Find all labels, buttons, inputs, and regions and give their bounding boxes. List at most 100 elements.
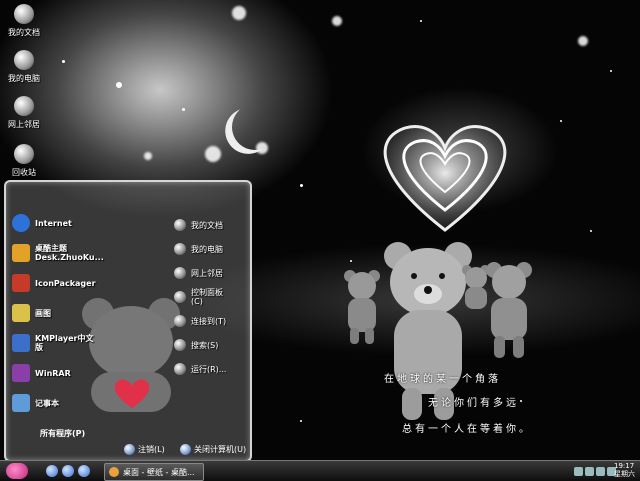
menu-item-iconpackager[interactable]: IconPackager — [12, 272, 160, 294]
moon-graphic — [226, 98, 285, 157]
tray-app-icon[interactable] — [596, 466, 605, 476]
quick-launch-media-icon[interactable] — [78, 465, 90, 477]
bokeh-light — [205, 146, 221, 162]
tray-volume-icon[interactable] — [574, 466, 583, 476]
taskbar: 桌面 - 壁纸 - 桌酷... 19:17 星期六 — [0, 460, 640, 481]
control-panel-icon — [174, 291, 186, 303]
network-icon — [174, 267, 186, 279]
menu-item-label: 控制面板 (C) — [191, 288, 223, 306]
ie-icon — [12, 214, 30, 232]
wallpaper-text: 无论你们有多远 — [428, 398, 519, 409]
menu-item-label: WinRAR — [35, 368, 71, 378]
connect-icon — [174, 315, 186, 327]
all-programs-button[interactable]: 所有程序(P) — [40, 428, 85, 439]
clock-day: 星期六 — [614, 470, 635, 478]
bokeh-light — [232, 6, 246, 20]
desktop-icon-label: 网上邻居 — [8, 120, 40, 129]
wallpaper-text: 在地球的某一个角落 — [384, 374, 501, 385]
quick-launch-ie-icon[interactable] — [62, 465, 74, 477]
menu-item-label: 搜索(S) — [191, 340, 219, 350]
menu-item-internet[interactable]: Internet — [12, 212, 160, 234]
bokeh-light — [332, 16, 342, 26]
taskbar-button-label: 桌面 - 壁纸 - 桌酷... — [123, 467, 195, 477]
desktop-icon-label: 我的电脑 — [8, 74, 40, 83]
star — [610, 70, 612, 72]
star — [350, 260, 352, 262]
menu-item-label: 桌酷主题 Desk.ZhuoKu... — [35, 244, 104, 262]
documents-icon — [174, 219, 186, 231]
desktop-icon-network[interactable]: 网上邻居 — [2, 96, 46, 130]
menu-item-label: 记事本 — [35, 398, 59, 408]
menu-item-search[interactable]: 搜索(S) — [174, 336, 248, 354]
star — [590, 230, 592, 232]
menu-item-network[interactable]: 网上邻居 — [174, 264, 248, 282]
computer-icon — [174, 243, 186, 255]
menu-item-my-documents[interactable]: 我的文档 — [174, 216, 248, 234]
search-icon — [174, 339, 186, 351]
logoff-button[interactable]: 注销(L) — [124, 444, 165, 455]
menu-item-notepad[interactable]: 记事本 — [12, 392, 160, 414]
theme-icon — [12, 244, 30, 262]
shutdown-button[interactable]: 关闭计算机(U) — [180, 444, 246, 455]
desktop-icon-label: 回收站 — [12, 168, 36, 177]
wallpaper-text: 总有一个人在等着你。 — [402, 424, 532, 435]
menu-item-paint[interactable]: 画图 — [12, 302, 160, 324]
quick-launch-desktop-icon[interactable] — [46, 465, 58, 477]
small-bear-graphic — [486, 262, 532, 358]
menu-item-label: KMPlayer中文 版 — [35, 334, 94, 352]
menu-item-label: IconPackager — [35, 278, 96, 288]
star — [62, 60, 65, 63]
star — [420, 20, 422, 22]
desktop-icon-label: 我的文档 — [8, 28, 40, 37]
star — [520, 400, 522, 402]
logoff-icon — [124, 444, 135, 455]
start-button[interactable] — [6, 463, 28, 479]
menu-item-label: Internet — [35, 218, 72, 228]
computer-icon — [14, 50, 34, 70]
start-menu: Internet 桌酷主题 Desk.ZhuoKu... IconPackage… — [4, 180, 252, 462]
network-icon — [14, 96, 34, 116]
clock-time: 19:17 — [614, 462, 635, 470]
menu-item-my-computer[interactable]: 我的电脑 — [174, 240, 248, 258]
winrar-icon — [12, 364, 30, 382]
recycle-bin-icon — [14, 144, 34, 164]
run-icon — [174, 363, 186, 375]
star — [116, 82, 122, 88]
star — [560, 120, 562, 122]
desktop-icon-my-computer[interactable]: 我的电脑 — [2, 50, 46, 84]
power-icon — [180, 444, 191, 455]
taskbar-clock[interactable]: 19:17 星期六 — [614, 462, 635, 478]
menu-item-label: 画图 — [35, 308, 51, 318]
start-menu-programs: Internet 桌酷主题 Desk.ZhuoKu... IconPackage… — [12, 212, 160, 422]
menu-item-label: 连接到(T) — [191, 316, 227, 326]
menu-item-label: 运行(R)... — [191, 364, 227, 374]
menu-item-zhuoku-theme[interactable]: 桌酷主题 Desk.ZhuoKu... — [12, 242, 160, 264]
taskbar-button-active-window[interactable]: 桌面 - 壁纸 - 桌酷... — [104, 463, 204, 481]
small-bear-graphic — [344, 270, 380, 344]
menu-item-control-panel[interactable]: 控制面板 (C) — [174, 288, 248, 306]
star — [300, 420, 302, 422]
bokeh-light — [578, 36, 588, 46]
notepad-icon — [12, 394, 30, 412]
menu-item-kmplayer[interactable]: KMPlayer中文 版 — [12, 332, 160, 354]
folder-icon — [109, 467, 119, 477]
menu-item-label: 我的文档 — [191, 220, 223, 230]
bokeh-light — [144, 152, 152, 160]
start-menu-places: 我的文档 我的电脑 网上邻居 控制面板 (C) 连接到(T) 搜索(S) 运行(… — [174, 216, 248, 384]
iconpackager-icon — [12, 274, 30, 292]
shutdown-label: 关闭计算机(U) — [194, 445, 247, 454]
menu-item-connect-to[interactable]: 连接到(T) — [174, 312, 248, 330]
tray-network-icon[interactable] — [585, 466, 594, 476]
star — [300, 184, 303, 187]
desktop-icon-my-documents[interactable]: 我的文档 — [2, 4, 46, 38]
menu-item-label: 网上邻居 — [191, 268, 223, 278]
menu-item-run[interactable]: 运行(R)... — [174, 360, 248, 378]
star — [182, 108, 185, 111]
menu-item-winrar[interactable]: WinRAR — [12, 362, 160, 384]
heart-graphic — [383, 125, 507, 232]
paint-icon — [12, 304, 30, 322]
menu-item-label: 我的电脑 — [191, 244, 223, 254]
documents-icon — [14, 4, 34, 24]
kmplayer-icon — [12, 334, 30, 352]
desktop-icon-recycle-bin[interactable]: 回收站 — [2, 144, 46, 178]
